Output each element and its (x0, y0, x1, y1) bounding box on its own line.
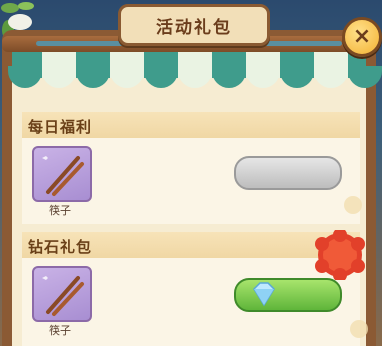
buy-button[interactable] (234, 278, 342, 312)
section-header: 每日福利 (22, 112, 360, 138)
awning (8, 52, 382, 90)
hot-badge-icon (315, 230, 365, 280)
chopsticks-icon (42, 156, 84, 196)
game-scene: 活动礼包 × 每日福利 筷子 钻石礼包 筷子 (0, 0, 382, 346)
reward-item[interactable] (32, 146, 92, 202)
section-diamond-pack: 钻石礼包 筷子 (22, 232, 360, 346)
item-label: 筷子 (49, 204, 71, 217)
item-label: 筷子 (49, 324, 71, 337)
reward-item[interactable] (32, 266, 92, 322)
close-icon: × (352, 24, 372, 49)
section-title: 每日福利 (28, 118, 93, 136)
chopsticks-icon (42, 276, 84, 316)
section-header: 钻石礼包 (22, 232, 360, 258)
flower-decoration (344, 196, 362, 214)
section-title: 钻石礼包 (28, 238, 93, 256)
title-plate: 活动礼包 (118, 4, 270, 46)
flower-decoration (350, 320, 368, 338)
close-button[interactable]: × (342, 17, 382, 57)
diamond-icon (253, 282, 275, 307)
claim-button-disabled[interactable] (234, 156, 342, 190)
panel-title: 活动礼包 (156, 17, 232, 38)
section-daily-welfare: 每日福利 筷子 (22, 112, 360, 224)
